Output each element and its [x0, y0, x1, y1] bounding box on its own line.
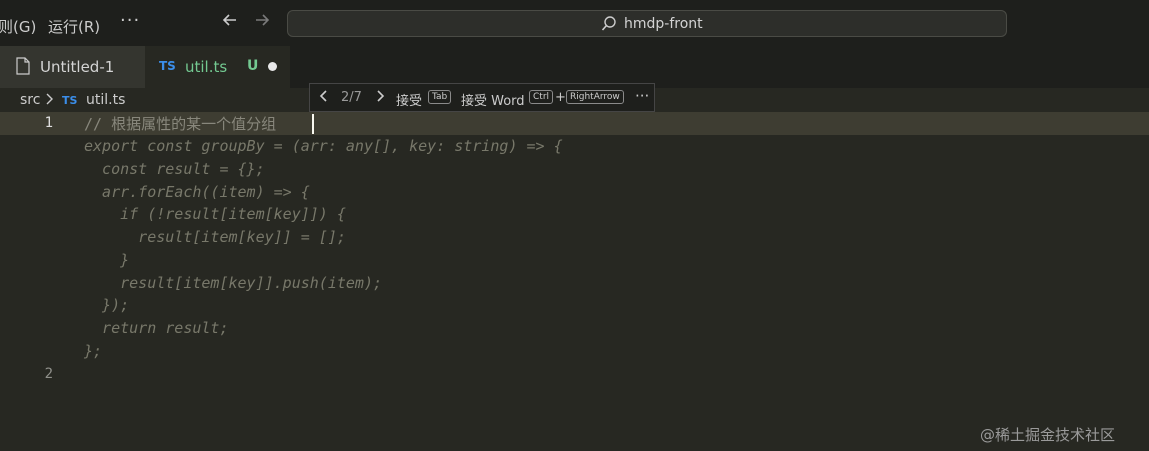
watermark: @稀土掘金技术社区 [980, 426, 1116, 444]
line-number-2: 2 [44, 366, 53, 382]
ghost-code-line: }); [84, 296, 130, 314]
command-center-search[interactable]: hmdp-front [287, 10, 1007, 37]
unsaved-dot-icon[interactable] [268, 62, 277, 71]
back-arrow-icon[interactable] [221, 10, 239, 34]
ghost-code-line: }; [84, 342, 103, 360]
tab-label: util.ts [185, 58, 228, 76]
ghost-code-line: arr.forEach((item) => { [84, 183, 310, 201]
tab-untitled-1[interactable]: Untitled-1 [0, 46, 145, 88]
chevron-right-icon [46, 93, 54, 109]
forward-arrow-icon[interactable] [253, 10, 271, 34]
search-icon [600, 15, 618, 33]
typescript-icon: TS [159, 59, 176, 73]
accept-button[interactable]: 接受 [396, 90, 422, 109]
ghost-code-line: export const groupBy = (arr: any[], key:… [84, 137, 563, 155]
code-editor[interactable]: 1 // 根据属性的某一个值分组 export const groupBy = … [0, 112, 1149, 451]
file-icon [16, 57, 30, 75]
previous-suggestion-icon[interactable] [319, 89, 329, 107]
menu-run[interactable]: 运行(R) [48, 16, 100, 37]
plus-sign: + [555, 90, 566, 105]
next-suggestion-icon[interactable] [375, 89, 385, 107]
search-text: hmdp-front [624, 16, 703, 32]
breadcrumb-file[interactable]: util.ts [86, 92, 125, 108]
tab-util-ts[interactable]: TS util.ts U [145, 46, 290, 88]
more-actions-button[interactable]: ··· [635, 87, 649, 105]
breadcrumb-folder[interactable]: src [20, 92, 40, 108]
line-number-1: 1 [44, 115, 53, 131]
ghost-code-line: result[item[key]] = []; [84, 228, 346, 246]
untracked-badge: U [247, 58, 259, 74]
tab-key: Tab [428, 90, 452, 104]
typescript-icon: TS [62, 94, 78, 107]
right-arrow-key: RightArrow [566, 90, 624, 104]
ghost-code-line: if (!result[item[key]]) { [84, 205, 346, 223]
ghost-code-line: return result; [84, 319, 229, 337]
title-bar: 则(G) 运行(R) ··· hmdp-front [0, 0, 1149, 46]
ghost-code-line: const result = {}; [84, 160, 265, 178]
inline-suggestion-toolbar: 2/7 接受 Tab 接受 Word Ctrl + RightArrow ··· [309, 83, 655, 112]
suggestion-counter: 2/7 [341, 90, 362, 105]
accept-word-button[interactable]: 接受 Word [461, 90, 525, 109]
ctrl-key: Ctrl [529, 90, 554, 104]
comment-line: // 根据属性的某一个值分组 [84, 115, 277, 133]
ghost-code-line: result[item[key]].push(item); [84, 274, 383, 292]
ghost-code-line: } [84, 251, 130, 269]
editor-tab-bar: Untitled-1 TS util.ts U [0, 46, 1149, 88]
tab-label: Untitled-1 [40, 58, 115, 76]
text-cursor [312, 114, 314, 134]
more-menu-button[interactable]: ··· [120, 10, 140, 31]
menu-go[interactable]: 则(G) [0, 16, 36, 37]
